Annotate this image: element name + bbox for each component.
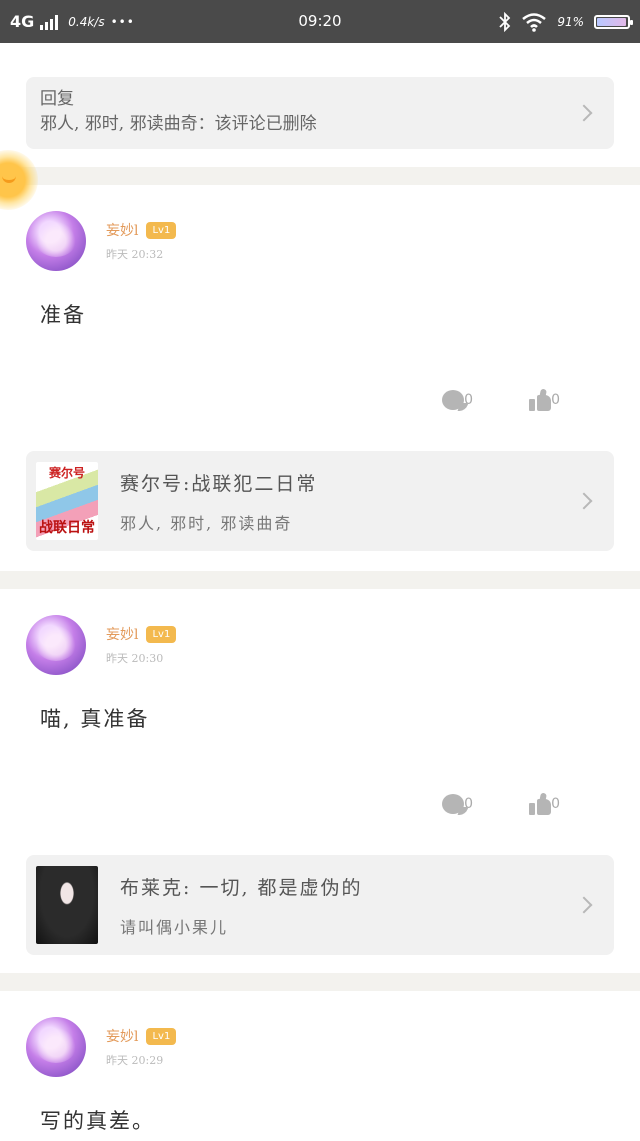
username[interactable]: 妄妙l	[106, 1026, 138, 1046]
avatar[interactable]	[26, 1017, 86, 1077]
username[interactable]: 妄妙l	[106, 624, 138, 644]
topic-thumbnail	[36, 866, 98, 944]
comment-button[interactable]: 0	[442, 793, 473, 815]
thumbs-up-icon	[529, 388, 552, 411]
chevron-right-icon	[575, 896, 593, 914]
network-speed: 0.4k/s	[68, 14, 105, 29]
divider	[0, 167, 640, 185]
thumbnail-bottom-text: 战联日常	[39, 520, 95, 536]
topic-card[interactable]: 布莱克: 一切, 都是虚伪的 请叫偶小果儿	[26, 855, 614, 955]
comment-button[interactable]: 0	[442, 389, 473, 411]
post-content: 准备	[40, 303, 86, 327]
post-content: 写的真差。	[40, 1109, 155, 1133]
level-badge: Lv1	[146, 625, 177, 643]
avatar[interactable]	[26, 211, 86, 271]
bluetooth-icon	[499, 11, 511, 32]
wifi-icon	[522, 12, 547, 32]
post-time: 昨天 20:32	[106, 248, 164, 261]
avatar[interactable]	[26, 615, 86, 675]
post: 妄妙l Lv1 昨天 20:30 喵, 真准备 0 0 布莱克: 一切, 都是虚…	[0, 589, 640, 973]
comment-icon	[442, 794, 465, 814]
topic-title: 赛尔号:战联犯二日常	[120, 472, 318, 495]
topic-subtitle: 请叫偶小果儿	[120, 917, 229, 937]
reply-text: 邪人, 邪时, 邪读曲奇：该评论已删除	[40, 114, 317, 134]
like-button[interactable]: 0	[529, 388, 560, 411]
like-count: 0	[551, 796, 560, 812]
notification-dots: •••	[110, 14, 135, 29]
comment-icon	[442, 390, 465, 410]
level-badge: Lv1	[146, 221, 177, 239]
signal-icon	[40, 14, 59, 30]
post-time: 昨天 20:30	[106, 652, 164, 665]
divider	[0, 571, 640, 589]
topic-subtitle: 邪人, 邪时, 邪读曲奇	[120, 513, 293, 533]
battery-icon	[594, 14, 633, 29]
topic-thumbnail: 赛尔号 战联日常	[36, 462, 98, 540]
topic-card[interactable]: 赛尔号 战联日常 赛尔号:战联犯二日常 邪人, 邪时, 邪读曲奇	[26, 451, 614, 551]
level-badge: Lv1	[146, 1027, 177, 1045]
chevron-right-icon	[575, 492, 593, 510]
post: 妄妙l Lv1 昨天 20:29 写的真差。	[0, 991, 640, 1141]
reply-title: 回复	[40, 89, 74, 109]
thumbnail-top-text: 赛尔号	[48, 466, 85, 480]
battery-percent: 91%	[557, 14, 584, 29]
topic-title: 布莱克: 一切, 都是虚伪的	[120, 876, 363, 899]
username[interactable]: 妄妙l	[106, 220, 138, 240]
network-type: 4G	[10, 12, 35, 31]
status-bar: 4G 0.4k/s ••• 09:20 91%	[0, 0, 640, 43]
post: 妄妙l Lv1 昨天 20:32 准备 0 0 赛尔号 战联日常 赛尔号:战联犯…	[0, 185, 640, 571]
divider	[0, 973, 640, 991]
reply-card[interactable]: 回复 邪人, 邪时, 邪读曲奇：该评论已删除	[26, 77, 614, 149]
thumbs-up-icon	[529, 792, 552, 815]
post-time: 昨天 20:29	[106, 1054, 164, 1067]
like-count: 0	[551, 392, 560, 408]
like-button[interactable]: 0	[529, 792, 560, 815]
post-content: 喵, 真准备	[40, 707, 150, 731]
